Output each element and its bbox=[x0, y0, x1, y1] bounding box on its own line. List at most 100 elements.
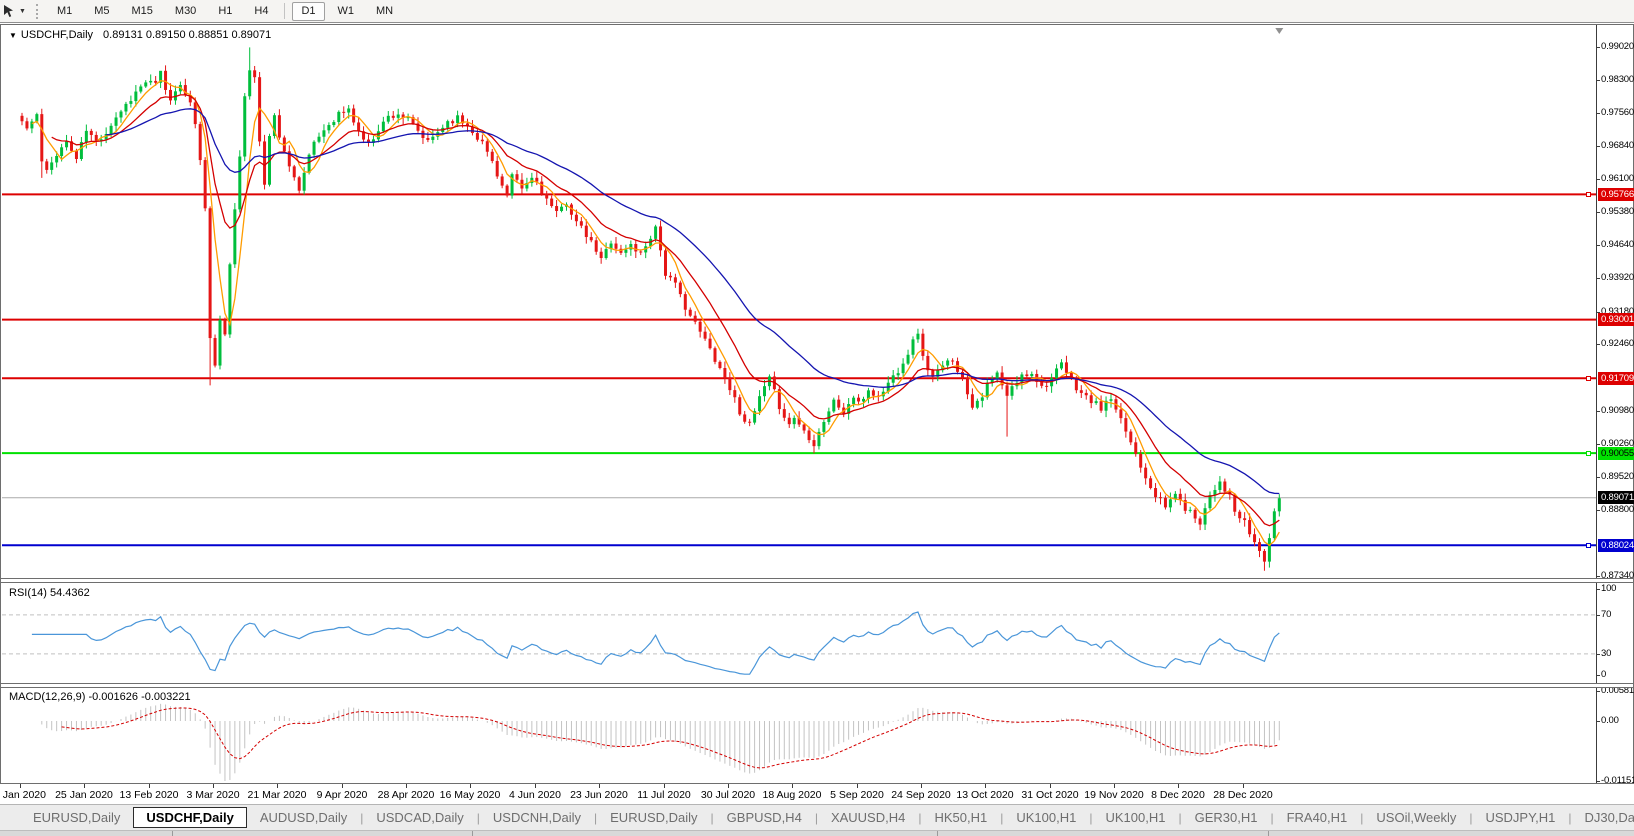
axis-tick bbox=[1596, 721, 1600, 722]
price-tick-label: 0.99020 bbox=[1601, 41, 1634, 52]
ma-medium-line bbox=[51, 94, 1280, 527]
timeframe-button-m1[interactable]: M1 bbox=[48, 2, 81, 21]
cursor-dropdown-caret-icon[interactable]: ▼ bbox=[19, 8, 26, 15]
toolbar-separator bbox=[284, 3, 286, 19]
status-strip bbox=[0, 830, 1634, 836]
axis-tick bbox=[1596, 781, 1600, 782]
terminal-screen: ▼ M1 M5 M15 M30 H1 H4 D1 W1 MN ▼ USDCHF,Daily 0.89… bbox=[0, 0, 1634, 836]
status-strip-divider bbox=[937, 831, 938, 836]
time-axis-tick bbox=[213, 784, 214, 788]
level-price-label[interactable]: 0.95766 bbox=[1598, 188, 1634, 201]
status-strip-divider bbox=[1268, 831, 1269, 836]
timeframe-button-m30[interactable]: M30 bbox=[166, 2, 205, 21]
timeframe-button-w1[interactable]: W1 bbox=[329, 2, 364, 21]
axis-tick bbox=[1596, 615, 1600, 616]
chart-shift-marker[interactable] bbox=[1275, 28, 1284, 34]
tab-hk50-h1[interactable]: HK50,H1 bbox=[921, 807, 1000, 828]
tab-dj30-daily[interactable]: DJ30,Daily bbox=[1571, 807, 1634, 828]
axis-tick bbox=[1596, 411, 1600, 412]
date-tick-label: 23 Jun 2020 bbox=[570, 789, 628, 801]
tab-usdjpy-h1[interactable]: USDJPY,H1 bbox=[1472, 807, 1568, 828]
time-axis-tick bbox=[277, 784, 278, 788]
timeframe-button-d1[interactable]: D1 bbox=[292, 1, 325, 21]
date-tick-label: 8 Dec 2020 bbox=[1151, 789, 1205, 801]
rsi-tick-label: 70 bbox=[1601, 609, 1612, 620]
timeframe-button-mn[interactable]: MN bbox=[367, 2, 402, 21]
toolbar: ▼ M1 M5 M15 M30 H1 H4 D1 W1 MN bbox=[0, 0, 1634, 23]
tab-audusd-daily[interactable]: AUDUSD,Daily bbox=[247, 807, 360, 828]
axis-tick bbox=[1596, 589, 1600, 590]
toolbar-grip bbox=[35, 3, 38, 19]
chart-symbol-period: USDCHF,Daily bbox=[20, 29, 94, 41]
tab-usdchf-daily[interactable]: USDCHF,Daily bbox=[133, 807, 247, 828]
tab-usoil-weekly[interactable]: USOil,Weekly bbox=[1363, 807, 1469, 828]
line-selection-handle[interactable] bbox=[1586, 376, 1591, 381]
tab-eurusd-daily[interactable]: EURUSD,Daily bbox=[20, 807, 133, 828]
price-tick-label: 0.98300 bbox=[1601, 74, 1634, 85]
date-tick-label: 3 Mar 2020 bbox=[186, 789, 240, 801]
date-tick-label: 9 Apr 2020 bbox=[316, 789, 368, 801]
axis-tick bbox=[1596, 691, 1600, 692]
timeframe-button-h4[interactable]: H4 bbox=[245, 2, 277, 21]
tab-fra40-h1[interactable]: FRA40,H1 bbox=[1274, 807, 1361, 828]
axis-tick bbox=[1596, 344, 1600, 345]
date-tick-label: 13 Feb 2020 bbox=[119, 789, 179, 801]
chart-tabs-bar: EURUSD,Daily USDCHF,Daily AUDUSD,Daily | USD… bbox=[0, 804, 1634, 830]
date-tick-label: 13 Oct 2020 bbox=[956, 789, 1014, 801]
tab-uk100-h1[interactable]: UK100,H1 bbox=[1092, 807, 1178, 828]
timeframe-button-h1[interactable]: H1 bbox=[209, 2, 241, 21]
timeframe-button-m5[interactable]: M5 bbox=[85, 2, 118, 21]
pane-separator[interactable] bbox=[1, 578, 1633, 583]
time-axis-tick bbox=[342, 784, 343, 788]
chart-cursor-icon[interactable] bbox=[1, 3, 17, 19]
time-axis-tick bbox=[20, 784, 21, 788]
date-tick-label: 24 Sep 2020 bbox=[891, 789, 951, 801]
time-axis-tick bbox=[921, 784, 922, 788]
price-tick-label: 0.96100 bbox=[1601, 173, 1634, 184]
cursor-arrow-icon bbox=[4, 5, 13, 17]
time-axis-tick bbox=[470, 784, 471, 788]
level-price-label[interactable]: 0.93001 bbox=[1598, 313, 1634, 326]
tab-usdcad-daily[interactable]: USDCAD,Daily bbox=[363, 807, 476, 828]
time-axis-tick bbox=[535, 784, 536, 788]
price-pane[interactable] bbox=[2, 27, 1596, 578]
rsi-tick-label: 30 bbox=[1601, 648, 1612, 659]
time-axis-tick bbox=[1178, 784, 1179, 788]
macd-tick-label: 0.00 bbox=[1601, 715, 1619, 726]
time-axis-tick bbox=[1050, 784, 1051, 788]
time-axis-tick bbox=[792, 784, 793, 788]
line-selection-handle[interactable] bbox=[1586, 192, 1591, 197]
price-tick-label: 0.94640 bbox=[1601, 239, 1634, 250]
status-strip-divider bbox=[172, 831, 173, 836]
rsi-pane[interactable] bbox=[2, 583, 1596, 683]
time-axis-tick bbox=[985, 784, 986, 788]
line-selection-handle[interactable] bbox=[1586, 451, 1591, 456]
tab-ger30-h1[interactable]: GER30,H1 bbox=[1182, 807, 1271, 828]
level-price-label[interactable]: 0.88024 bbox=[1598, 539, 1634, 552]
tab-gbpusd-h4[interactable]: GBPUSD,H4 bbox=[714, 807, 815, 828]
axis-tick bbox=[1596, 212, 1600, 213]
level-price-label[interactable]: 0.90055 bbox=[1598, 447, 1634, 460]
line-selection-handle[interactable] bbox=[1586, 543, 1591, 548]
macd-pane[interactable] bbox=[2, 688, 1596, 783]
time-axis-tick bbox=[1243, 784, 1244, 788]
chart-menu-caret-icon[interactable]: ▼ bbox=[9, 31, 17, 40]
price-axis-line[interactable] bbox=[1596, 25, 1597, 783]
timeframe-button-m15[interactable]: M15 bbox=[123, 2, 162, 21]
tab-usdcnh-daily[interactable]: USDCNH,Daily bbox=[480, 807, 594, 828]
tab-uk100-h1[interactable]: UK100,H1 bbox=[1003, 807, 1089, 828]
tab-xauusd-h4[interactable]: XAUUSD,H4 bbox=[818, 807, 918, 828]
pane-separator[interactable] bbox=[1, 683, 1633, 688]
rsi-label: RSI(14) 54.4362 bbox=[9, 587, 90, 599]
tab-eurusd-daily[interactable]: EURUSD,Daily bbox=[597, 807, 710, 828]
axis-tick bbox=[1596, 675, 1600, 676]
axis-tick bbox=[1596, 245, 1600, 246]
time-axis[interactable]: 7 Jan 2020 25 Jan 2020 13 Feb 2020 3 Mar 20… bbox=[0, 784, 1634, 804]
date-tick-label: 28 Apr 2020 bbox=[377, 789, 435, 801]
date-tick-label: 21 Mar 2020 bbox=[247, 789, 307, 801]
date-tick-label: 30 Jul 2020 bbox=[700, 789, 756, 801]
axis-tick bbox=[1596, 444, 1600, 445]
candles-layer bbox=[20, 47, 1281, 571]
level-price-label[interactable]: 0.91709 bbox=[1598, 372, 1634, 385]
axis-tick bbox=[1596, 113, 1600, 114]
